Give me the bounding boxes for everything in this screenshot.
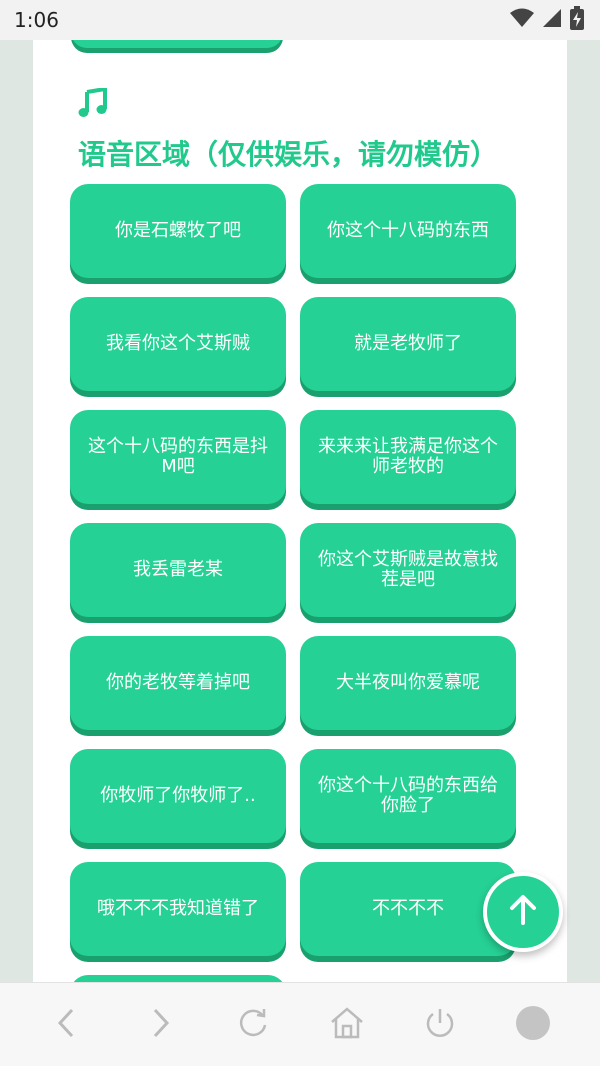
forward-button[interactable] <box>136 1001 184 1049</box>
voice-button-label: 哦不不不我知道错了 <box>97 898 259 919</box>
previous-section-button[interactable] <box>71 40 283 48</box>
section-title-text: 语音区域（仅供娱乐，请勿模仿） <box>78 138 499 171</box>
voice-button-label: 大半夜叫你爱慕呢 <box>336 672 480 693</box>
section-title: 语音区域（仅供娱乐，请勿模仿） <box>78 82 538 178</box>
voice-button[interactable]: 我看你这个艾斯贼 <box>70 297 286 391</box>
voice-button[interactable]: 哦不不不我知道错了 <box>70 862 286 956</box>
refresh-button[interactable] <box>229 1001 277 1049</box>
voice-button[interactable]: 我丢雷老某 <box>70 523 286 617</box>
battery-charging-icon <box>570 6 584 34</box>
voice-button[interactable]: 来来来让我满足你这个师老牧的 <box>300 410 516 504</box>
voice-button-label: 来来来让我满足你这个师老牧的 <box>318 436 498 477</box>
voice-button-label: 你是石螺牧了吧 <box>115 220 241 241</box>
voice-button-label: 我看你这个艾斯贼 <box>106 333 250 354</box>
home-button[interactable] <box>323 1001 371 1049</box>
refresh-icon <box>236 1006 270 1044</box>
voice-button[interactable]: 大半夜叫你爱慕呢 <box>300 636 516 730</box>
arrow-up-icon <box>506 893 540 931</box>
power-button[interactable] <box>416 1001 464 1049</box>
home-icon <box>329 1006 365 1044</box>
voice-button-label: 我丢雷老某 <box>133 559 223 580</box>
voice-button[interactable]: 这个十八码的东西是抖M吧 <box>70 410 286 504</box>
voice-button-label: 你这个十八码的东西给你脸了 <box>318 775 498 816</box>
status-icons <box>510 6 584 34</box>
power-icon <box>423 1006 457 1044</box>
voice-button[interactable]: 你是石螺牧了吧 <box>70 184 286 278</box>
voice-button-label: 你这个十八码的东西 <box>327 220 489 241</box>
voice-button[interactable]: 就是老牧师了 <box>300 297 516 391</box>
voice-button[interactable]: 你这个十八码的东西给你脸了 <box>300 749 516 843</box>
voice-button-label: 就是老牧师了 <box>354 333 462 354</box>
back-icon <box>55 1007 79 1043</box>
voice-button-label: 你这个艾斯贼是故意找茬是吧 <box>318 549 498 590</box>
page-content: 语音区域（仅供娱乐，请勿模仿） 你是石螺牧了吧 你这个十八码的东西 我看你这个艾… <box>0 40 600 982</box>
status-bar: 1:06 <box>0 0 600 40</box>
cellular-signal-icon <box>542 8 562 32</box>
voice-button[interactable] <box>70 975 286 982</box>
status-time: 1:06 <box>14 8 59 32</box>
bottom-nav-bar <box>0 982 600 1066</box>
forward-icon <box>148 1007 172 1043</box>
voice-button-label: 不不不不 <box>372 898 444 919</box>
voice-button[interactable]: 你这个艾斯贼是故意找茬是吧 <box>300 523 516 617</box>
voice-button[interactable]: 你的老牧等着掉吧 <box>70 636 286 730</box>
voice-button-label: 你牧师了你牧师了.. <box>100 785 256 806</box>
voice-button[interactable]: 你牧师了你牧师了.. <box>70 749 286 843</box>
voice-button-label: 这个十八码的东西是抖M吧 <box>88 436 268 477</box>
voice-button[interactable]: 你这个十八码的东西 <box>300 184 516 278</box>
scroll-to-top-button[interactable] <box>483 872 563 952</box>
wifi-icon <box>510 8 534 32</box>
content-card: 语音区域（仅供娱乐，请勿模仿） 你是石螺牧了吧 你这个十八码的东西 我看你这个艾… <box>33 40 567 982</box>
circle-icon <box>515 1005 551 1045</box>
voice-button-label: 你的老牧等着掉吧 <box>106 672 250 693</box>
back-button[interactable] <box>43 1001 91 1049</box>
music-note-icon <box>78 86 108 132</box>
menu-button[interactable] <box>509 1001 557 1049</box>
